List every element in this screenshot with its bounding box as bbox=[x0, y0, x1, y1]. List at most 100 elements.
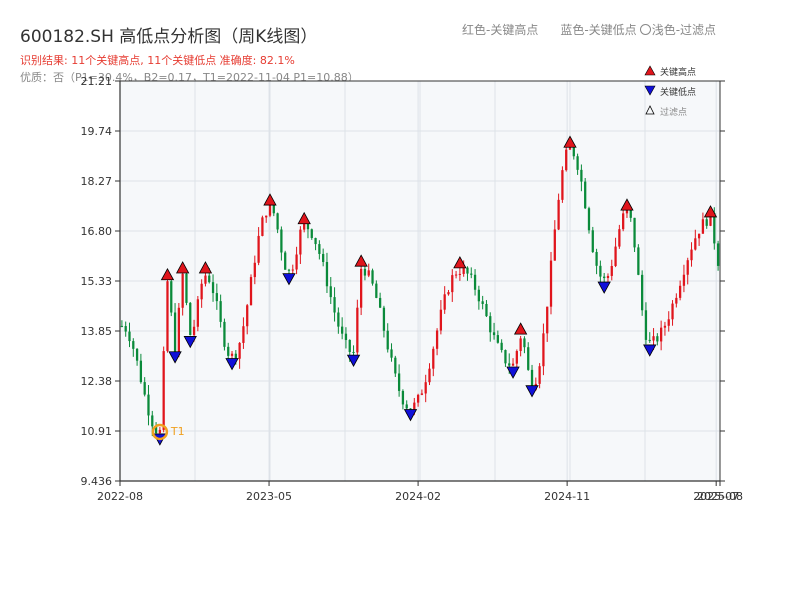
candle-body bbox=[253, 262, 256, 278]
candle-body bbox=[360, 268, 363, 308]
candle-body bbox=[690, 249, 693, 261]
candle-body bbox=[147, 394, 150, 416]
candle-body bbox=[485, 303, 488, 317]
candle-body bbox=[527, 347, 530, 370]
candlestick-chart: T1 9.436 10.91 12.38 13.85 15.33 16.80 18.27 19… bbox=[81, 65, 743, 503]
candle-body bbox=[185, 273, 188, 303]
candle-body bbox=[132, 341, 135, 349]
candle-body bbox=[667, 319, 670, 326]
candle-body bbox=[660, 327, 663, 342]
candle-body bbox=[416, 394, 420, 403]
candle-body bbox=[192, 326, 196, 336]
candle-body bbox=[223, 321, 226, 347]
candle-body bbox=[716, 243, 720, 266]
candle-body bbox=[496, 335, 499, 343]
candle-body bbox=[394, 357, 397, 374]
candle-body bbox=[291, 269, 294, 271]
y-tick-label: 15.33 bbox=[81, 275, 113, 288]
candle-body bbox=[595, 251, 598, 266]
candle-body bbox=[390, 349, 393, 358]
candle-body bbox=[565, 149, 568, 171]
candle-body bbox=[652, 336, 655, 341]
candle-body bbox=[694, 238, 697, 250]
y-tick-label: 10.91 bbox=[81, 425, 113, 438]
candle-body bbox=[227, 346, 230, 356]
candle-body bbox=[378, 297, 382, 308]
candle-body bbox=[375, 283, 378, 298]
candle-body bbox=[405, 404, 408, 409]
candle-body bbox=[162, 351, 165, 430]
candle-body bbox=[584, 181, 587, 209]
candle-body bbox=[284, 252, 287, 270]
candle-body bbox=[428, 368, 431, 383]
candle-body bbox=[618, 229, 621, 247]
y-tick-label: 16.80 bbox=[81, 225, 113, 238]
candle-body bbox=[295, 254, 298, 270]
candle-body bbox=[329, 286, 332, 298]
triangle-up-icon bbox=[644, 65, 656, 76]
candle-body bbox=[143, 382, 146, 395]
candle-body bbox=[587, 208, 591, 231]
y-tick-label: 12.38 bbox=[81, 375, 113, 388]
candle-body bbox=[170, 281, 173, 313]
candle-body bbox=[435, 330, 439, 349]
candle-body bbox=[671, 303, 674, 320]
candle-body bbox=[557, 199, 560, 230]
t1-label: T1 bbox=[170, 425, 185, 438]
candle-body bbox=[519, 338, 522, 352]
candle-body bbox=[473, 274, 477, 290]
candle-body bbox=[276, 213, 279, 230]
candle-body bbox=[124, 326, 127, 332]
candle-body bbox=[572, 147, 575, 157]
candle-body bbox=[204, 275, 207, 284]
candle-body bbox=[458, 273, 462, 275]
candle-body bbox=[341, 326, 344, 334]
candle-body bbox=[139, 360, 143, 383]
y-tick-label: 21.21 bbox=[81, 75, 113, 88]
candle-body bbox=[489, 316, 492, 333]
candle-body bbox=[682, 274, 686, 286]
candle-body bbox=[462, 267, 465, 274]
candle-body bbox=[382, 307, 386, 331]
candle-body bbox=[546, 306, 549, 334]
candle-body bbox=[470, 273, 473, 275]
candle-body bbox=[424, 382, 427, 394]
candle-body bbox=[686, 260, 689, 275]
candle-body bbox=[538, 366, 541, 384]
y-tick-label: 18.27 bbox=[81, 175, 113, 188]
x-tick-label: 2024-02 bbox=[395, 490, 441, 503]
candle-body bbox=[397, 373, 401, 391]
candle-body bbox=[542, 333, 545, 367]
candle-body bbox=[325, 262, 329, 287]
candle-body bbox=[629, 209, 632, 218]
candle-body bbox=[413, 402, 416, 410]
candle-body bbox=[200, 283, 203, 300]
candle-body bbox=[257, 235, 260, 263]
candle-body bbox=[246, 305, 249, 327]
candle-body bbox=[356, 307, 359, 353]
y-tick-label: 13.85 bbox=[81, 325, 113, 338]
candle-body bbox=[234, 353, 237, 359]
candle-body bbox=[644, 310, 648, 340]
candle-body bbox=[500, 342, 503, 351]
candle-body bbox=[249, 277, 253, 306]
candle-body bbox=[432, 348, 435, 369]
legend-high-label: 关键高点 bbox=[660, 66, 696, 78]
candle-body bbox=[135, 348, 139, 361]
candle-body bbox=[363, 268, 367, 276]
candle-body bbox=[230, 353, 234, 356]
candle-body bbox=[371, 270, 374, 284]
candle-body bbox=[561, 170, 564, 200]
candle-body bbox=[287, 269, 291, 271]
candle-body bbox=[310, 229, 313, 238]
candle-body bbox=[348, 340, 351, 352]
y-tick-label: 19.74 bbox=[81, 125, 113, 138]
candle-body bbox=[166, 281, 169, 352]
candle-body bbox=[477, 289, 480, 302]
candle-body bbox=[606, 275, 610, 279]
candle-body bbox=[367, 270, 370, 276]
candle-body bbox=[451, 275, 454, 293]
candle-body bbox=[675, 297, 678, 304]
candle-body bbox=[492, 332, 496, 336]
candle-body bbox=[511, 363, 515, 366]
